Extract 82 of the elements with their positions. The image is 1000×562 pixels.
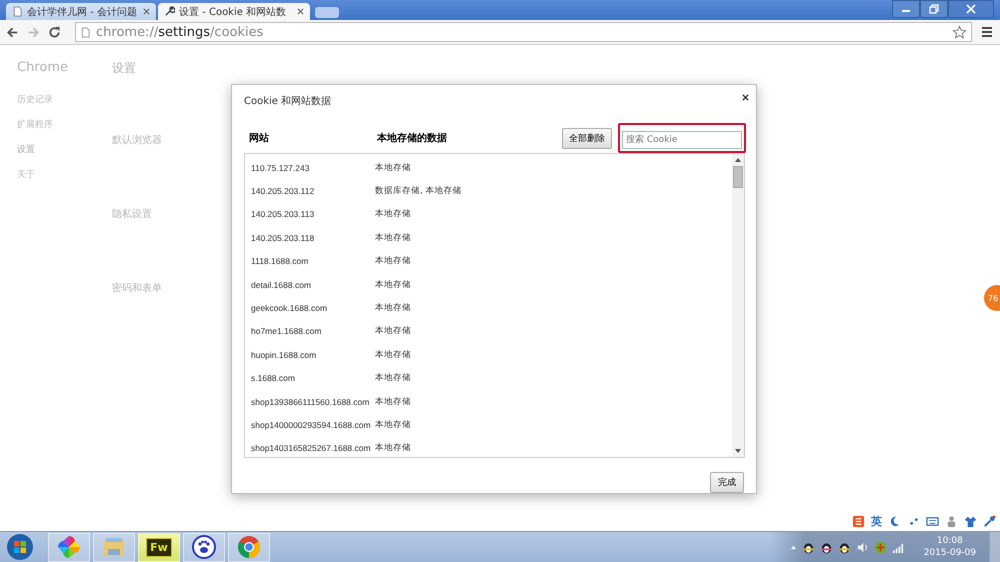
close-icon	[966, 4, 976, 14]
scrollbar[interactable]	[732, 154, 744, 457]
paw-icon	[192, 535, 216, 559]
page-icon	[12, 6, 23, 17]
section-heading: 密码和表单	[112, 282, 162, 295]
data-cell: 本地存储	[375, 418, 411, 431]
remove-all-button[interactable]: 全部删除	[562, 128, 612, 148]
site-cell[interactable]: shop1400000293594.1688.com	[251, 418, 375, 431]
column-header: 本地存储的数据	[377, 132, 448, 145]
app-logo: Fw	[146, 538, 172, 556]
site-cell[interactable]: shop1403165825267.1688.com	[251, 442, 375, 454]
site-cell[interactable]: 140.205.203.112	[251, 185, 375, 198]
wrench-icon	[164, 6, 175, 17]
close-window-button[interactable]	[948, 0, 994, 18]
site-cell[interactable]: 1118.1688.com	[251, 255, 375, 268]
site-cell[interactable]: 110.75.127.243	[251, 162, 375, 174]
speaker-icon[interactable]	[856, 540, 869, 554]
data-cell: 本地存储	[375, 302, 411, 314]
minimize-button[interactable]	[892, 0, 920, 18]
pinwheel-icon	[57, 535, 81, 559]
data-cell: 本地存储	[375, 348, 411, 361]
page-icon	[80, 26, 91, 38]
site-cell[interactable]: huopin.1688.com	[251, 348, 375, 361]
section-heading: 隐私设置	[112, 208, 153, 221]
url-text: chrome://settings/cookies	[96, 24, 264, 40]
penguin-icon[interactable]	[820, 540, 833, 554]
star-icon[interactable]	[952, 24, 967, 40]
keyboard-icon[interactable]	[926, 515, 939, 528]
done-button[interactable]: 完成	[710, 472, 744, 493]
scroll-thumb[interactable]	[733, 166, 743, 188]
back-icon[interactable]	[6, 26, 19, 38]
site-cell[interactable]: 140.205.203.118	[251, 232, 375, 244]
data-cell: 本地存储	[375, 278, 411, 291]
restore-icon	[929, 4, 939, 14]
scroll-down-icon[interactable]	[734, 448, 742, 454]
column-header: 网站	[249, 132, 270, 145]
site-cell[interactable]: 140.205.203.113	[251, 208, 375, 220]
tab-title: 会计学伴儿网 - 会计问题	[27, 6, 138, 18]
person-icon[interactable]	[945, 515, 958, 528]
data-cell: 数据库存储, 本地存储	[375, 185, 462, 198]
shirt-icon[interactable]	[964, 515, 977, 528]
penguin-icon[interactable]	[802, 540, 815, 554]
browser-logo-icon	[237, 535, 261, 559]
search-field[interactable]: 搜索 Cookie	[618, 123, 746, 153]
tab-title: 设置 - Cookie 和网站数	[179, 6, 288, 18]
penguin-icon[interactable]	[838, 540, 851, 554]
taskbar-app[interactable]	[48, 532, 90, 562]
wrench-icon[interactable]	[983, 515, 996, 528]
ime-mode[interactable]: 英	[871, 514, 882, 529]
site-cell[interactable]: geekcook.1688.com	[251, 302, 375, 314]
data-cell: 本地存储	[375, 372, 411, 384]
restore-button[interactable]	[920, 0, 948, 18]
taskbar-app[interactable]: Fw	[138, 532, 180, 562]
close-icon[interactable]	[742, 94, 749, 101]
reload-icon[interactable]	[48, 26, 61, 38]
data-cell: 本地存储	[375, 208, 411, 220]
menu-icon[interactable]	[980, 25, 994, 39]
tray-expand-icon[interactable]	[790, 544, 797, 550]
site-cell[interactable]: detail.1688.com	[251, 278, 375, 291]
taskbar-app[interactable]	[228, 532, 270, 562]
site-cell[interactable]: shop1393866111560.1688.com	[251, 396, 375, 408]
start-button[interactable]	[6, 533, 34, 561]
data-cell: 本地存储	[375, 162, 411, 174]
scroll-up-icon[interactable]	[734, 157, 742, 163]
dialog-title: Cookie 和网站数据	[244, 94, 332, 109]
data-cell: 本地存储	[375, 255, 411, 268]
folder-icon	[102, 535, 126, 559]
taskbar-app[interactable]	[183, 532, 225, 562]
data-cell: 本地存储	[375, 442, 411, 454]
browser-tab[interactable]: 设置 - Cookie 和网站数	[158, 3, 310, 20]
browser-tab[interactable]: 会计学伴儿网 - 会计问题	[6, 3, 156, 20]
data-cell: 本地存储	[375, 396, 411, 408]
site-cell[interactable]: s.1688.com	[251, 372, 375, 384]
brand-title: Chrome	[17, 60, 69, 75]
data-cell: 本地存储	[375, 325, 411, 338]
data-cell: 本地存储	[375, 232, 411, 244]
section-heading: 默认浏览器	[112, 134, 162, 147]
input-logo-icon[interactable]	[852, 515, 865, 528]
site-cell[interactable]: ho7me1.1688.com	[251, 325, 375, 338]
moon-icon[interactable]	[888, 515, 901, 528]
address-bar[interactable]: chrome://settings/cookies	[75, 22, 972, 42]
page-title: 设置	[112, 60, 137, 77]
